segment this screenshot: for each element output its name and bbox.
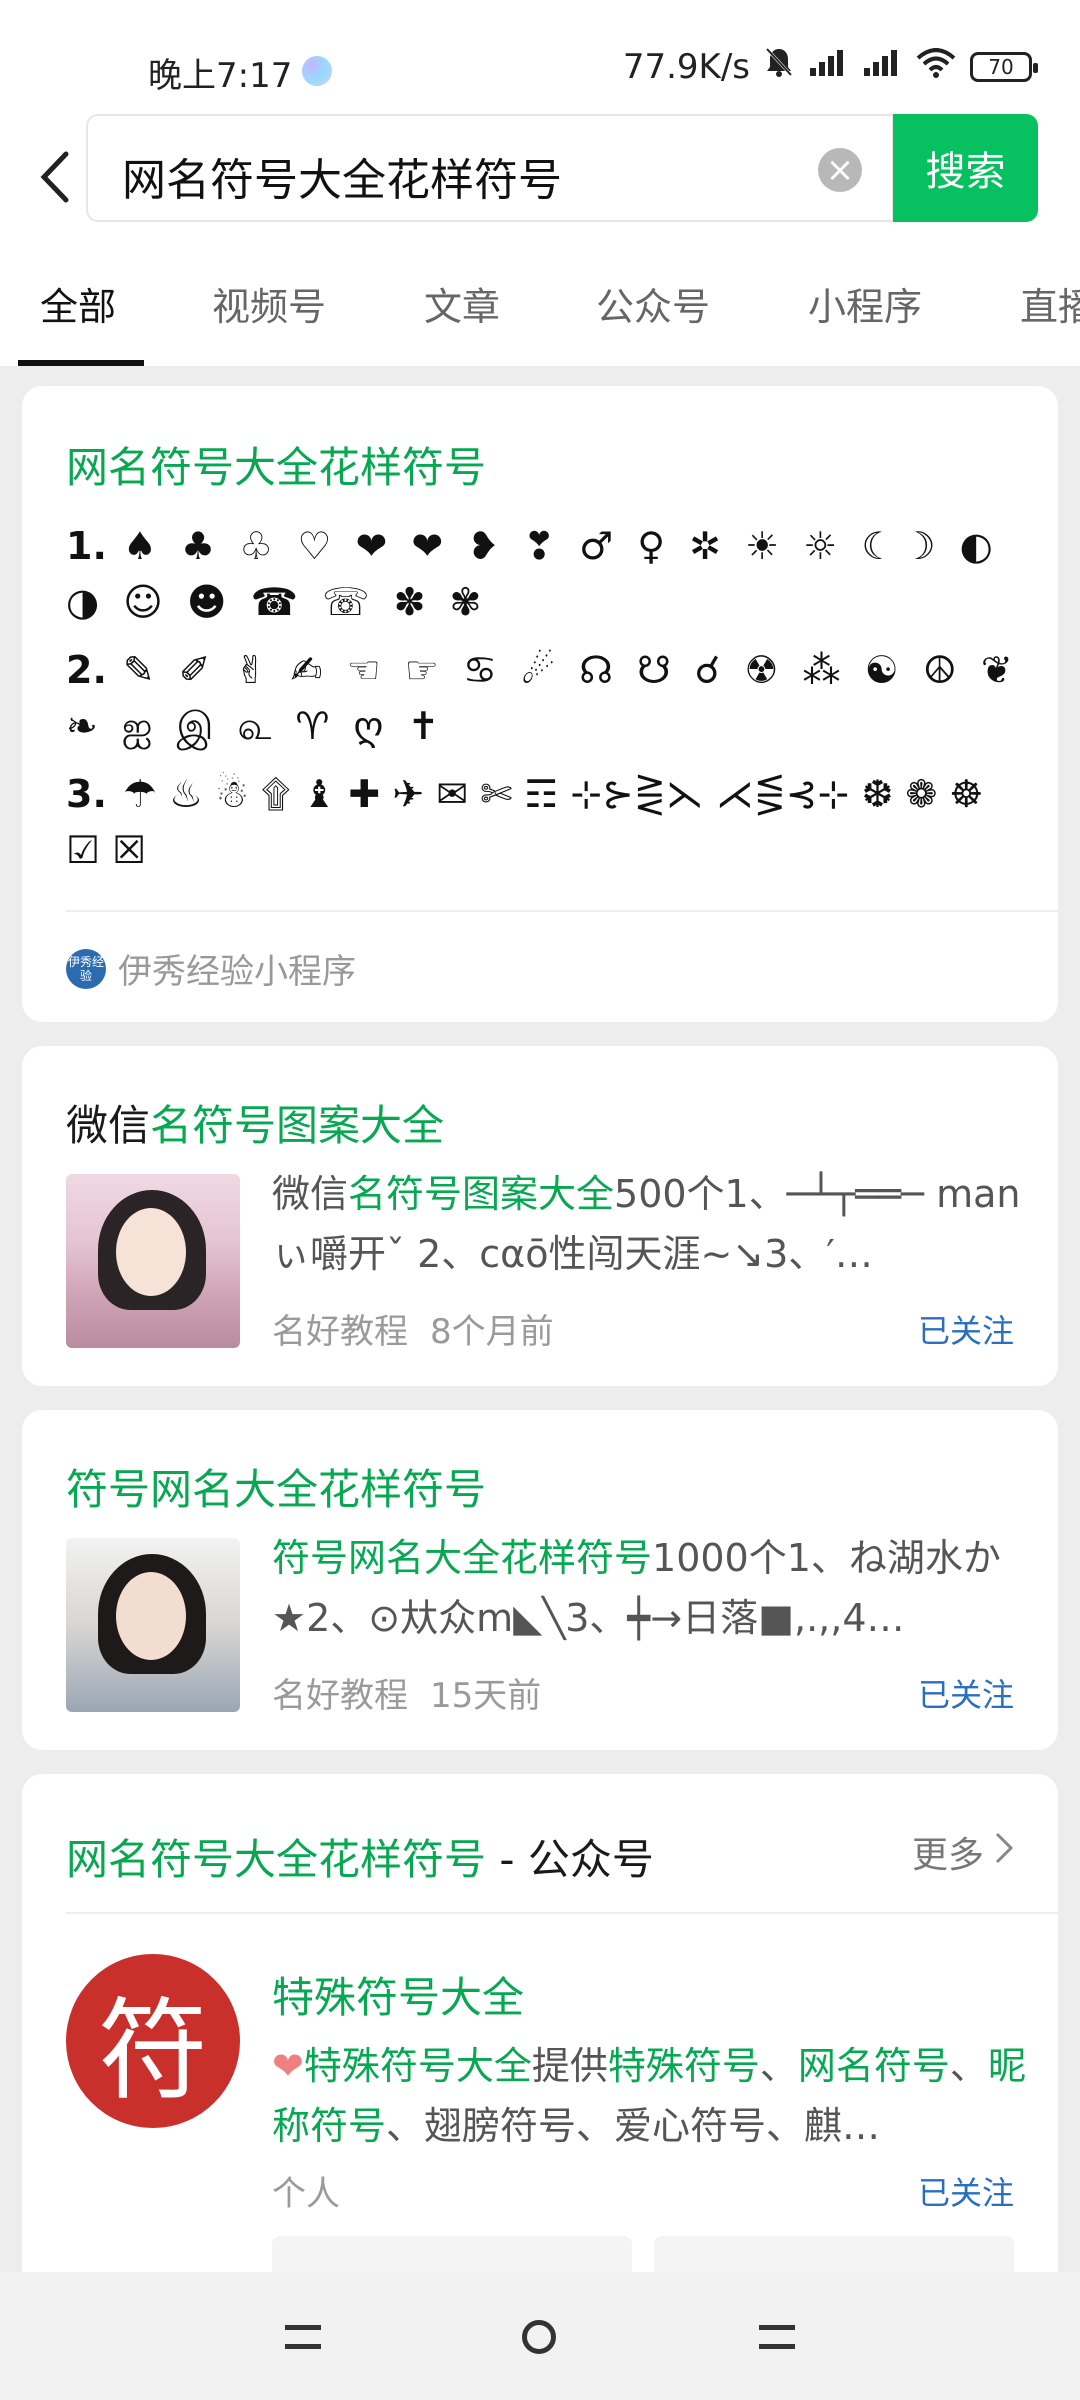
symbol-line-text: ☂ ♨ ☃ ۩ ♝ ✚ ✈ ✉ ✄ ☶ ⊹⊱⋛⋋ ⋌⋚⊰⊹ ❆ ❁ ☸ ☑ ☒: [66, 772, 984, 872]
recents-icon[interactable]: [278, 2312, 328, 2362]
desc-highlight: 特殊符号大全: [303, 2044, 532, 2088]
symbol-line-2: 2. ✎ ✐ ✌ ✍ ☜ ☞ ♋ ☄ ☊ ☋ ☌ ☢ ⁂ ☯ ☮ ❦ ❧ ஐ இ …: [66, 642, 1026, 754]
article-thumbnail: [66, 1174, 240, 1348]
article-author: 名好教程: [272, 1312, 408, 1352]
desc-highlight: 名符号图案大全: [348, 1172, 615, 1216]
article-title: 符号网名大全花样符号: [66, 1465, 487, 1514]
more-label: 更多: [911, 1835, 984, 1876]
article-thumbnail: [66, 1538, 240, 1712]
search-input[interactable]: 网名符号大全花样符号 ×: [86, 114, 894, 222]
status-time: 晚上7:17: [148, 56, 293, 96]
placeholder-block: [654, 2236, 1014, 2272]
followed-label: 已关注: [917, 1312, 1014, 1350]
symbol-line-number: 3.: [66, 772, 107, 816]
section-header: 网名符号大全花样符号 - 公众号: [66, 1826, 654, 1887]
article-card[interactable]: 符号网名大全花样符号 符号网名大全花样符号1000个1、ね湖水か★2、⊙夶众m◣…: [22, 1410, 1058, 1750]
symbol-line-number: 2.: [66, 648, 107, 692]
chevron-right-icon: [994, 1831, 1014, 1874]
signal-icon-2: [862, 47, 902, 87]
tab-official-accounts[interactable]: 公众号: [596, 276, 710, 331]
search-button[interactable]: 搜索: [893, 114, 1038, 222]
article-title-plain: 微信: [66, 1101, 151, 1150]
tab-channels[interactable]: 视频号: [212, 276, 326, 331]
tab-mini-programs[interactable]: 小程序: [808, 276, 922, 331]
card-title: 网名符号大全花样符号: [66, 443, 487, 492]
section-header-highlight: 网名符号大全花样符号: [66, 1835, 487, 1884]
network-speed: 77.9K/s: [622, 46, 750, 87]
more-link[interactable]: 更多: [912, 1826, 1014, 1878]
mute-bell-icon: [764, 46, 794, 87]
desc-highlight: 特殊符号: [607, 2044, 760, 2088]
tab-articles[interactable]: 文章: [424, 276, 500, 331]
back-nav-icon[interactable]: [752, 2312, 802, 2362]
heart-icon: ❤: [272, 2044, 304, 2088]
desc-plain: 提供: [531, 2044, 608, 2088]
article-title: 微信名符号图案大全: [66, 1092, 444, 1153]
source-row[interactable]: 伊秀经验 伊秀经验小程序: [66, 944, 356, 993]
home-icon[interactable]: [514, 2312, 564, 2362]
battery-icon: 70: [970, 51, 1038, 82]
article-card[interactable]: 微信名符号图案大全 微信名符号图案大全500个1、─┴┬══─ manぃ嚼开ˇ …: [22, 1046, 1058, 1386]
article-description: 微信名符号图案大全500个1、─┴┬══─ manぃ嚼开ˇ 2、cαō性闯天涯~…: [272, 1164, 1022, 1284]
desc-plain: 、: [949, 2044, 988, 2088]
article-time: 8个月前: [430, 1312, 554, 1352]
followed-label: 已关注: [917, 2174, 1014, 2212]
divider: [66, 1912, 1058, 1914]
account-avatar[interactable]: 符: [66, 1954, 240, 2128]
desc-plain: 微信: [272, 1172, 349, 1216]
article-meta: 名好教程 15天前: [272, 1668, 541, 1717]
back-arrow-icon[interactable]: [30, 142, 80, 212]
article-meta: 名好教程 8个月前: [272, 1304, 554, 1353]
article-title-highlight: 名符号图案大全: [150, 1101, 445, 1150]
source-logo: 伊秀经验: [66, 948, 106, 989]
desc-highlight: 网名符号: [797, 2044, 950, 2088]
account-type: 个人: [272, 2174, 340, 2214]
followed-label: 已关注: [917, 1676, 1014, 1714]
wifi-icon: [916, 47, 956, 87]
symbol-line-1: 1. ♠ ♣ ♧ ♡ ❤ ❤ ❥ ❣ ♂ ♀ ✲ ☀ ☼ ☾☽ ◐ ◑ ☺ ☻ ☎…: [66, 518, 1026, 630]
desc-plain: 、翅膀符号、爱心符号、麒…: [386, 2104, 881, 2148]
active-tab-indicator: [18, 360, 144, 366]
clear-icon[interactable]: ×: [818, 148, 862, 192]
symbol-line-number: 1.: [66, 524, 107, 568]
battery-level: 70: [988, 54, 1014, 79]
symbol-line-text: ✎ ✐ ✌ ✍ ☜ ☞ ♋ ☄ ☊ ☋ ☌ ☢ ⁂ ☯ ☮ ❦ ❧ ஐ இ ௳ …: [66, 648, 1019, 748]
account-description: ❤特殊符号大全提供特殊符号、网名符号、昵称符号、翅膀符号、爱心符号、麒…: [272, 2036, 1032, 2156]
article-time: 15天前: [430, 1676, 542, 1716]
tab-bar: 全部 视频号 文章 公众号 小程序 直播: [0, 240, 1080, 366]
tab-all[interactable]: 全部: [40, 276, 116, 331]
tab-live[interactable]: 直播: [1020, 276, 1080, 331]
article-author: 名好教程: [272, 1676, 408, 1716]
system-nav-bar: [0, 2272, 1080, 2400]
desc-plain: 、: [759, 2044, 798, 2088]
section-header-suffix: - 公众号: [486, 1835, 654, 1884]
desc-highlight: 符号网名大全花样符号: [272, 1536, 653, 1580]
search-query: 网名符号大全花样符号: [122, 155, 562, 206]
search-bar: 网名符号大全花样符号 × 搜索: [0, 110, 1080, 240]
symbols-card[interactable]: 网名符号大全花样符号 1. ♠ ♣ ♧ ♡ ❤ ❤ ❥ ❣ ♂ ♀ ✲ ☀ ☼ ☾…: [22, 386, 1058, 1022]
source-name: 伊秀经验小程序: [118, 952, 356, 992]
placeholder-block: [272, 2236, 632, 2272]
divider: [66, 910, 1058, 912]
account-name[interactable]: 特殊符号大全: [272, 1964, 524, 2025]
status-bar: 晚上7:17 77.9K/s 70: [0, 0, 1080, 110]
article-description: 符号网名大全花样符号1000个1、ね湖水か★2、⊙夶众m◣╲3、┿→日落■,.,…: [272, 1528, 1022, 1648]
symbol-line-text: ♠ ♣ ♧ ♡ ❤ ❤ ❥ ❣ ♂ ♀ ✲ ☀ ☼ ☾☽ ◐ ◑ ☺ ☻ ☎ ☏…: [66, 524, 999, 624]
signal-icon: [808, 47, 848, 87]
assistant-dot-icon: [302, 56, 332, 86]
status-icons: 77.9K/s 70: [622, 46, 1038, 87]
symbol-line-3: 3. ☂ ♨ ☃ ۩ ♝ ✚ ✈ ✉ ✄ ☶ ⊹⊱⋛⋋ ⋌⋚⊰⊹ ❆ ❁ ☸ ☑ …: [66, 766, 1026, 878]
official-accounts-card: 网名符号大全花样符号 - 公众号 更多 符 特殊符号大全 ❤特殊符号大全提供特殊…: [22, 1774, 1058, 2272]
